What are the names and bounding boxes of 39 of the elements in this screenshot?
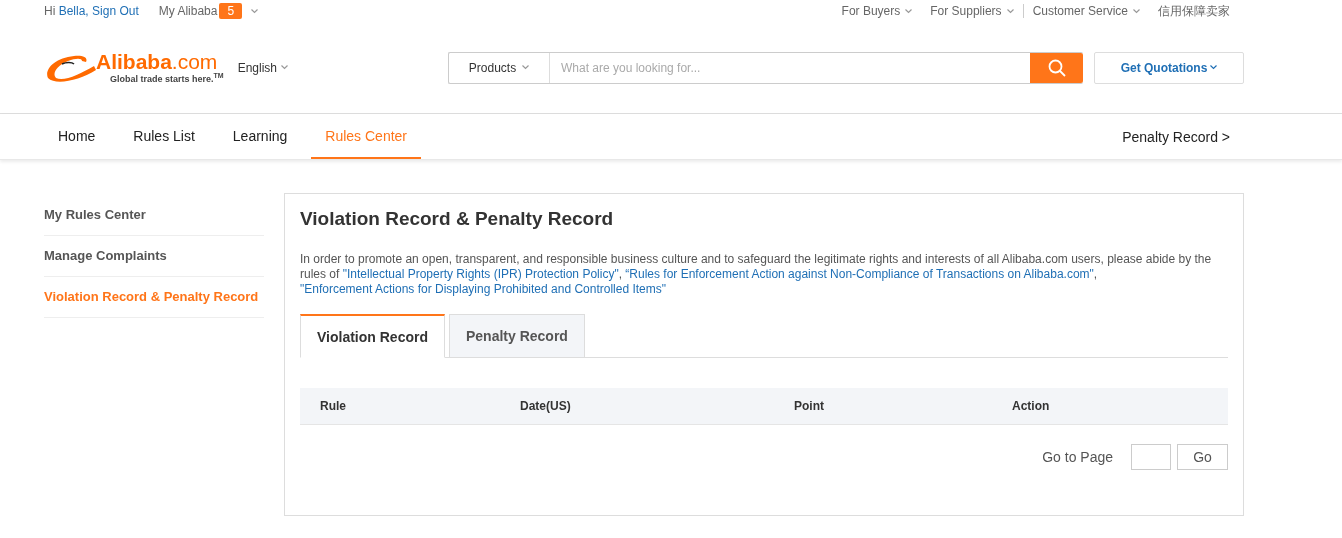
sign-out-link[interactable]: Sign Out bbox=[88, 4, 139, 18]
search-icon bbox=[1047, 58, 1066, 77]
record-tab[interactable]: Penalty Record bbox=[449, 314, 585, 358]
column-header: Date(US) bbox=[520, 399, 572, 413]
caret-icon bbox=[281, 65, 288, 70]
sidebar-item[interactable]: Manage Complaints bbox=[44, 236, 264, 277]
column-header: Rule bbox=[320, 399, 347, 413]
column-header: Point bbox=[794, 399, 825, 413]
search-button[interactable] bbox=[1030, 52, 1083, 83]
my-alibaba-link[interactable]: My Alibaba bbox=[158, 4, 218, 18]
penalty-record-link[interactable]: Penalty Record > bbox=[1122, 114, 1230, 159]
search-bar[interactable]: Products What are you looking for... bbox=[448, 51, 1083, 84]
go-to-page-label: Go to Page bbox=[1042, 449, 1113, 465]
caret-icon bbox=[1210, 65, 1218, 70]
language-selector[interactable]: English bbox=[237, 60, 288, 75]
go-button[interactable]: Go bbox=[1177, 444, 1228, 470]
user-link[interactable]: Bella, bbox=[58, 4, 89, 18]
get-quotations-button[interactable]: Get Quotations bbox=[1094, 51, 1244, 84]
nav-tab[interactable]: Learning bbox=[218, 114, 302, 159]
policy-link[interactable]: "Intellectual Property Rights (IPR) Protection Policy" bbox=[342, 267, 619, 281]
message-count-badge: 5 bbox=[219, 3, 243, 19]
sidebar-item[interactable]: My Rules Center bbox=[44, 195, 264, 236]
page-number-field[interactable] bbox=[1131, 444, 1171, 470]
record-tab[interactable]: Violation Record bbox=[300, 314, 445, 358]
intro-paragraph: In order to promote an open, transparent, and responsible business culture and to safeguard the legitimate rights and interests of all Alibaba.com users, please abide by the rules of "Intellectual Property Rights (IPR) Protection Policy", “Rules for Enforcement Action against Non-Compliance of Transactions on Alibaba.com", "Enforcement Actions for Displaying Prohibited and Controlled Items" bbox=[300, 252, 1213, 297]
policy-link[interactable]: "Enforcement Actions for Displaying Prohibited and Controlled Items" bbox=[300, 282, 667, 296]
top-menu-link[interactable]: Customer Service bbox=[1023, 4, 1149, 18]
page-title: Violation Record & Penalty Record bbox=[300, 208, 615, 230]
greeting: Hi bbox=[44, 4, 57, 18]
column-header: Action bbox=[1012, 399, 1051, 413]
top-menu-link[interactable]: For Buyers bbox=[832, 4, 922, 18]
caret-icon bbox=[251, 8, 259, 14]
caret-icon bbox=[522, 65, 530, 70]
top-menu-link[interactable]: For Suppliers bbox=[921, 4, 1024, 18]
nav-tab[interactable]: Rules List bbox=[119, 114, 209, 159]
nav-tab[interactable]: Home bbox=[44, 114, 110, 159]
logo-tagline: Global trade starts here.$^{TM}$ bbox=[110, 71, 224, 84]
top-menu-link[interactable]: 信用保障卖家 bbox=[1149, 2, 1239, 20]
policy-link[interactable]: “Rules for Enforcement Action against Non-Compliance of Transactions on Alibaba.com" bbox=[625, 267, 1094, 281]
